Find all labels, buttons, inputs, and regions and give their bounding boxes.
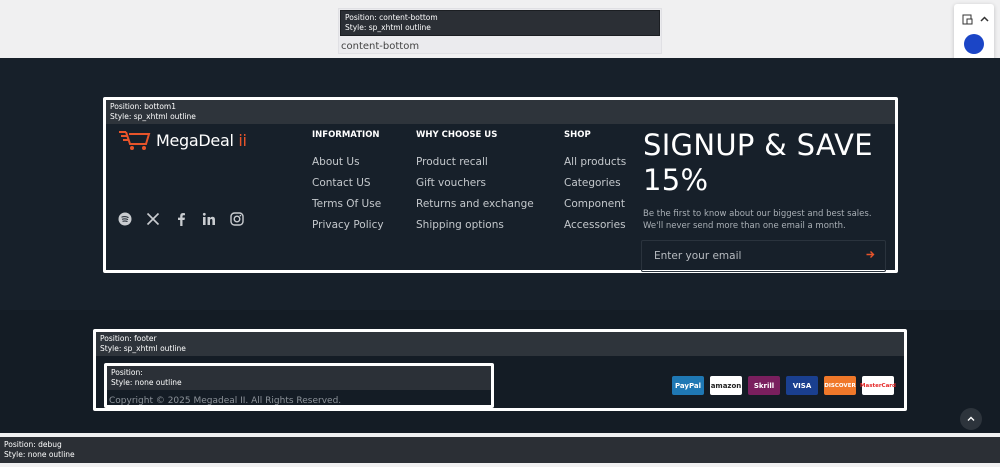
column-title: INFORMATION: [312, 130, 380, 140]
x-icon[interactable]: [146, 212, 160, 226]
position-label: Position:: [111, 368, 143, 377]
footer-link-product-recall[interactable]: Product recall: [416, 156, 534, 169]
spotify-icon[interactable]: [118, 212, 132, 226]
position-label: Position: footer: [100, 334, 157, 343]
bottom1-module: Position: bottom1 Style: sp_xhtml outlin…: [103, 97, 898, 273]
style-label: Style: none outline: [4, 450, 75, 459]
cart-icon: [119, 131, 151, 150]
chevron-up-icon[interactable]: [979, 14, 990, 34]
signup-title: SIGNUP & SAVE 15%: [643, 128, 873, 197]
module-position-tag: Position: footer Style: sp_xhtml outline: [96, 332, 904, 356]
arrow-right-icon[interactable]: [866, 250, 875, 262]
footer-link-about-us[interactable]: About Us: [312, 156, 384, 169]
footer-column-information: INFORMATION About Us Contact US Terms Of…: [312, 130, 384, 240]
footer-module: Position: footer Style: sp_xhtml outline…: [93, 329, 907, 411]
back-to-top-button[interactable]: [960, 408, 982, 430]
payment-badge-visa: VISA: [786, 376, 818, 395]
linkedin-icon[interactable]: [202, 212, 216, 226]
column-title: WHY CHOOSE US: [416, 130, 498, 140]
payment-methods: PayPal amazon Skrill VISA DISCOVER MasterCard: [672, 376, 896, 395]
footer-link-component[interactable]: Component: [564, 198, 626, 211]
chevron-up-icon: [967, 416, 975, 421]
footer-link-accessories[interactable]: Accessories: [564, 219, 626, 232]
footer-link-all-products[interactable]: All products: [564, 156, 626, 169]
signup-description: Be the first to know about our biggest a…: [643, 209, 872, 231]
layout-icon[interactable]: [962, 14, 973, 34]
module-position-tag: Position: bottom1 Style: sp_xhtml outlin…: [106, 100, 895, 124]
position-label: Position: content-bottom: [345, 13, 438, 22]
payment-badge-discover: DISCOVER: [824, 376, 856, 395]
payment-badge-amazon: amazon: [710, 376, 742, 395]
style-label: Style: sp_xhtml outline: [110, 112, 196, 121]
logo-text: MegaDeal ii: [156, 130, 247, 150]
email-input[interactable]: [654, 250, 844, 262]
column-title: SHOP: [564, 130, 591, 140]
module-position-tag: Position: Style: none outline: [107, 366, 491, 390]
debug-position-tag: Position: debug Style: none outline: [0, 437, 1000, 463]
newsletter-form: [641, 240, 886, 272]
position-label: Position: debug: [4, 440, 62, 449]
module-position-tag: Position: content-bottom Style: sp_xhtml…: [340, 10, 660, 36]
footer-link-categories[interactable]: Categories: [564, 177, 626, 190]
style-label: Style: sp_xhtml outline: [100, 344, 186, 353]
position-label: Position: bottom1: [110, 102, 177, 111]
footer-link-shipping[interactable]: Shipping options: [416, 219, 534, 232]
footer-link-contact-us[interactable]: Contact US: [312, 177, 384, 190]
content-bottom-text: content-bottom: [341, 41, 420, 52]
social-links: [118, 212, 244, 226]
footer-link-returns[interactable]: Returns and exchange: [416, 198, 534, 211]
color-swatch-blue[interactable]: [964, 34, 984, 54]
footer-link-gift-vouchers[interactable]: Gift vouchers: [416, 177, 534, 190]
footer-link-privacy[interactable]: Privacy Policy: [312, 219, 384, 232]
footer-column-why-choose-us: WHY CHOOSE US Product recall Gift vouche…: [416, 130, 534, 240]
copyright-module: Position: Style: none outline Copyright …: [104, 363, 494, 408]
instagram-icon[interactable]: [230, 212, 244, 226]
facebook-icon[interactable]: [174, 212, 188, 226]
newsletter-signup: SIGNUP & SAVE 15% Be the first to know a…: [643, 128, 893, 232]
payment-badge-skrill: Skrill: [748, 376, 780, 395]
footer-column-shop: SHOP All products Categories Component A…: [564, 130, 626, 240]
content-bottom-module: Position: content-bottom Style: sp_xhtml…: [338, 8, 662, 54]
site-logo[interactable]: MegaDeal ii: [118, 129, 247, 151]
payment-badge-mastercard: MasterCard: [860, 376, 896, 395]
copyright-text: Copyright © 2025 Megadeal II. All Rights…: [109, 396, 342, 406]
footer-link-terms[interactable]: Terms Of Use: [312, 198, 384, 211]
payment-badge-paypal: PayPal: [672, 376, 704, 395]
style-label: Style: sp_xhtml outline: [345, 23, 431, 32]
style-label: Style: none outline: [111, 378, 182, 387]
